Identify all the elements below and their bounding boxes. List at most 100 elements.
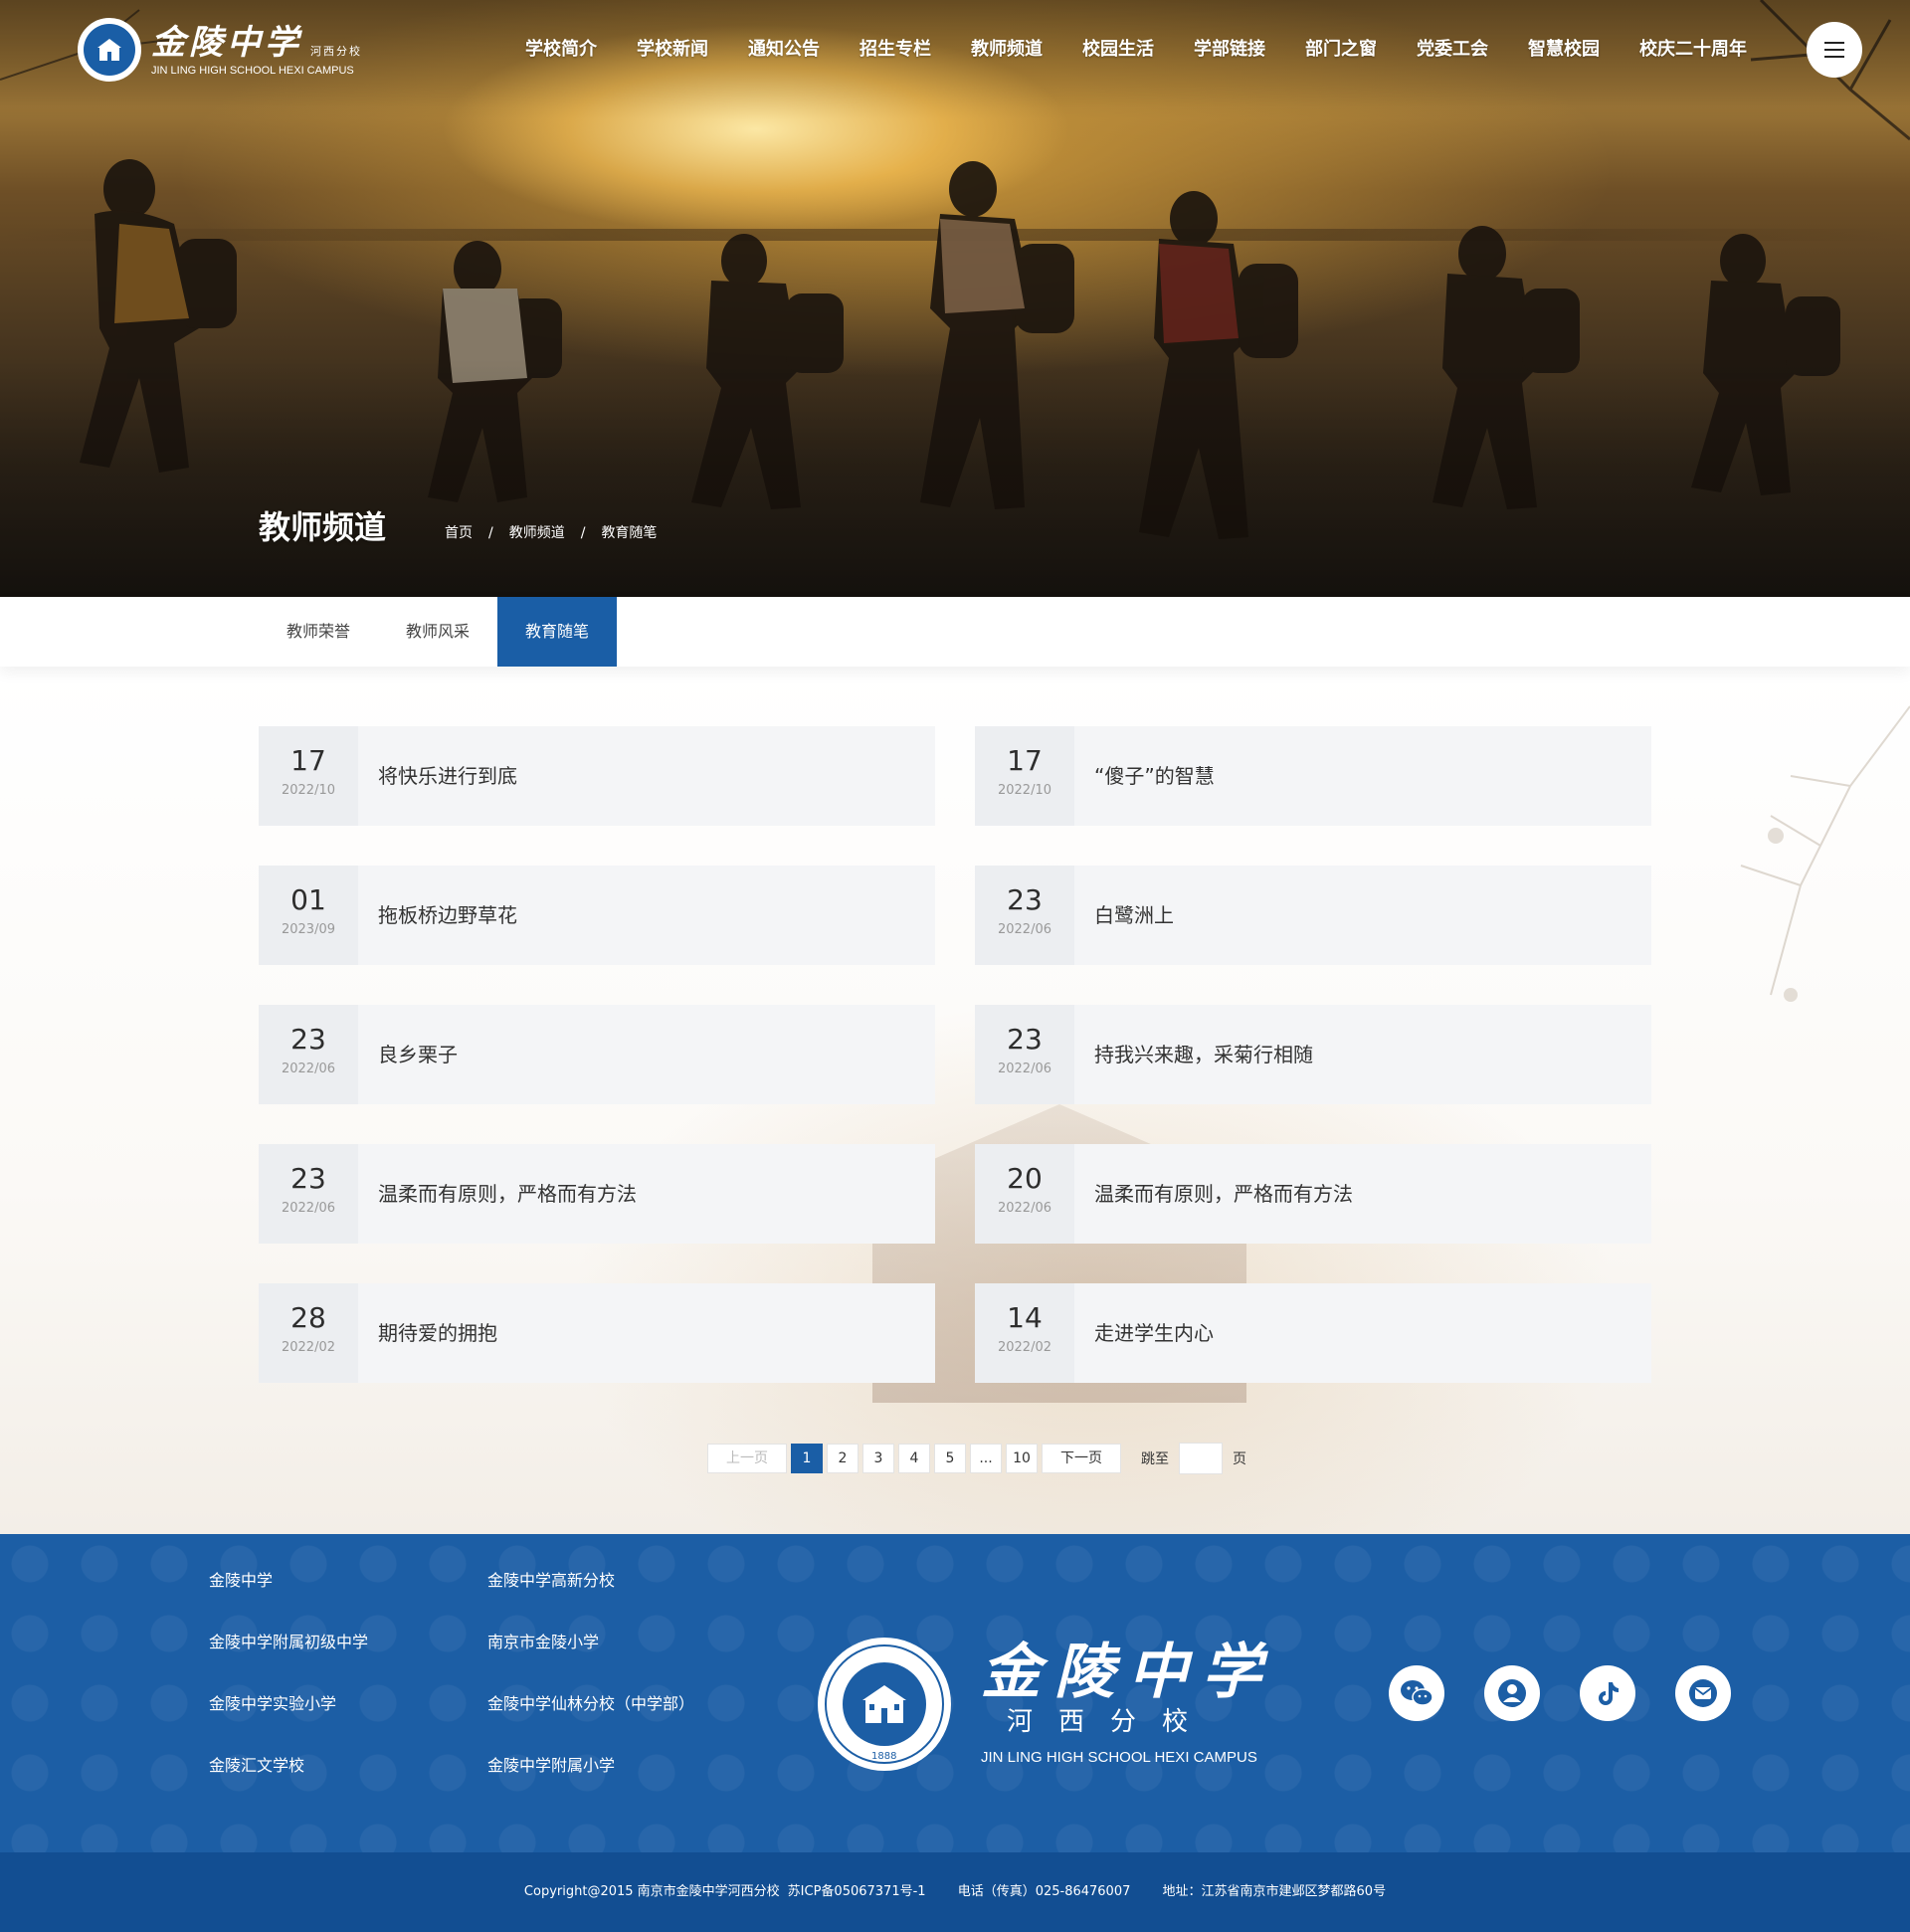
footer-link[interactable]: 金陵中学实验小学 [209, 1693, 336, 1715]
article-item[interactable]: 28 2022/02 期待爱的拥抱 [259, 1283, 935, 1383]
article-title[interactable]: 期待爱的拥抱 [358, 1283, 935, 1383]
article-item[interactable]: 23 2022/06 白鹭洲上 [975, 866, 1651, 965]
footer-link[interactable]: 金陵中学仙林分校（中学部） [487, 1693, 694, 1715]
article-day: 23 [1007, 883, 1043, 916]
article-title[interactable]: 将快乐进行到底 [358, 726, 935, 826]
nav-item-news[interactable]: 学校新闻 [637, 36, 708, 64]
article-item[interactable]: 14 2022/02 走进学生内心 [975, 1283, 1651, 1383]
breadcrumb-current: 教育随笔 [601, 525, 658, 541]
footer-link[interactable]: 南京市金陵小学 [487, 1632, 599, 1653]
building-icon [97, 39, 121, 61]
nav-item-admissions[interactable]: 招生专栏 [860, 36, 931, 64]
article-day: 20 [1007, 1162, 1043, 1195]
article-item[interactable]: 23 2022/06 温柔而有原则，严格而有方法 [259, 1144, 935, 1244]
article-date: 23 2022/06 [975, 1005, 1074, 1104]
article-item[interactable]: 17 2022/10 “傻子”的智慧 [975, 726, 1651, 826]
nav-item-divisions[interactable]: 学部链接 [1194, 36, 1265, 64]
school-logo[interactable]: 金陵中学 河西分校 JIN LING HIGH SCHOOL HEXI CAMP… [78, 18, 362, 82]
footer-link[interactable]: 金陵中学高新分校 [487, 1570, 615, 1592]
article-title[interactable]: 温柔而有原则，严格而有方法 [358, 1144, 935, 1244]
article-title[interactable]: 白鹭洲上 [1074, 866, 1651, 965]
wechat-button[interactable] [1389, 1665, 1444, 1721]
article-day: 28 [290, 1301, 326, 1334]
copyright-text: Copyright@2015 南京市金陵中学河西分校 [523, 1884, 780, 1899]
article-date: 23 2022/06 [259, 1144, 358, 1244]
breadcrumb: 首页 / 教师频道 / 教育随笔 [445, 523, 657, 543]
article-date: 01 2023/09 [259, 866, 358, 965]
article-day: 23 [1007, 1023, 1043, 1056]
page-button-10[interactable]: 10 [1006, 1444, 1038, 1473]
article-title[interactable]: 良乡栗子 [358, 1005, 935, 1104]
logo-campus-name: 河西分校 [310, 45, 362, 58]
tab-education-essays[interactable]: 教育随笔 [497, 597, 617, 667]
site-footer: 金陵中学 金陵中学高新分校 金陵中学附属初级中学 南京市金陵小学 金陵中学实验小… [0, 1534, 1910, 1852]
nav-item-campus-life[interactable]: 校园生活 [1082, 36, 1154, 64]
article-year-month: 2022/06 [281, 1201, 335, 1216]
article-item[interactable]: 01 2023/09 拖板桥边野草花 [259, 866, 935, 965]
page-button-4[interactable]: 4 [898, 1444, 930, 1473]
footer-school-en: JIN LING HIGH SCHOOL HEXI CAMPUS [981, 1749, 1257, 1766]
phone-number: 电话（传真）025-86476007 [957, 1884, 1131, 1899]
breadcrumb-teachers[interactable]: 教师频道 [509, 523, 565, 543]
article-item[interactable]: 23 2022/06 持我兴来趣，采菊行相随 [975, 1005, 1651, 1104]
footer-school-cn: 金陵中学 [981, 1638, 1275, 1707]
footer-school-name: 金陵中学 河西分校 JIN LING HIGH SCHOOL HEXI CAMP… [981, 1638, 1275, 1766]
copyright-bar: Copyright@2015 南京市金陵中学河西分校 苏ICP备05067371号… [0, 1852, 1910, 1932]
user-button[interactable] [1484, 1665, 1540, 1721]
article-item[interactable]: 17 2022/10 将快乐进行到底 [259, 726, 935, 826]
hamburger-menu-icon [1824, 42, 1844, 44]
article-date: 20 2022/06 [975, 1144, 1074, 1244]
next-page-button[interactable]: 下一页 [1042, 1444, 1121, 1473]
nav-item-smart-campus[interactable]: 智慧校园 [1528, 36, 1600, 64]
address: 地址：江苏省南京市建邺区梦都路60号 [1162, 1884, 1387, 1899]
page-button-1[interactable]: 1 [791, 1444, 823, 1473]
tiktok-button[interactable] [1580, 1665, 1635, 1721]
page-button-2[interactable]: 2 [827, 1444, 859, 1473]
article-date: 17 2022/10 [975, 726, 1074, 826]
article-date: 17 2022/10 [259, 726, 358, 826]
page-button-3[interactable]: 3 [862, 1444, 894, 1473]
icp-number[interactable]: 苏ICP备05067371号-1 [788, 1884, 926, 1899]
article-year-month: 2022/10 [997, 783, 1051, 798]
article-title[interactable]: 温柔而有原则，严格而有方法 [1074, 1144, 1651, 1244]
article-date: 28 2022/02 [259, 1283, 358, 1383]
prev-page-button[interactable]: 上一页 [707, 1444, 787, 1473]
user-icon [1498, 1679, 1526, 1707]
article-item[interactable]: 20 2022/06 温柔而有原则，严格而有方法 [975, 1144, 1651, 1244]
tab-teacher-style[interactable]: 教师风采 [378, 597, 497, 667]
jump-to-label: 跳至 [1141, 1451, 1169, 1467]
nav-item-departments[interactable]: 部门之窗 [1305, 36, 1377, 64]
tiktok-icon [1599, 1682, 1619, 1705]
jump-page-suffix: 页 [1233, 1451, 1246, 1467]
sub-navigation: 教师荣誉 教师风采 教育随笔 [0, 597, 1910, 667]
article-date: 23 2022/06 [975, 866, 1074, 965]
footer-link[interactable]: 金陵中学 [209, 1570, 273, 1592]
jump-page-input[interactable] [1179, 1443, 1223, 1474]
nav-item-party-union[interactable]: 党委工会 [1417, 36, 1488, 64]
footer-link[interactable]: 金陵中学附属初级中学 [209, 1632, 368, 1653]
emblem-year: 1888 [871, 1751, 897, 1762]
hamburger-menu-button[interactable] [1807, 22, 1862, 78]
nav-item-notices[interactable]: 通知公告 [748, 36, 820, 64]
page-title: 教师频道 [259, 508, 387, 546]
article-title[interactable]: 走进学生内心 [1074, 1283, 1651, 1383]
footer-link[interactable]: 金陵汇文学校 [209, 1755, 304, 1777]
footer-link[interactable]: 金陵中学附属小学 [487, 1755, 615, 1777]
article-title[interactable]: “傻子”的智慧 [1074, 726, 1651, 826]
nav-item-anniversary[interactable]: 校庆二十周年 [1639, 36, 1747, 64]
nav-item-teachers[interactable]: 教师频道 [971, 36, 1043, 64]
wechat-icon [1401, 1680, 1433, 1706]
article-date: 14 2022/02 [975, 1283, 1074, 1383]
article-title[interactable]: 拖板桥边野草花 [358, 866, 935, 965]
mail-button[interactable] [1675, 1665, 1731, 1721]
breadcrumb-separator: / [580, 525, 586, 541]
article-year-month: 2022/06 [997, 1062, 1051, 1076]
breadcrumb-home[interactable]: 首页 [445, 523, 473, 543]
nav-item-intro[interactable]: 学校简介 [525, 36, 597, 64]
article-title[interactable]: 持我兴来趣，采菊行相随 [1074, 1005, 1651, 1104]
tab-teacher-honors[interactable]: 教师荣誉 [259, 597, 378, 667]
article-item[interactable]: 23 2022/06 良乡栗子 [259, 1005, 935, 1104]
breadcrumb-separator: / [488, 525, 493, 541]
page-button-5[interactable]: 5 [934, 1444, 966, 1473]
article-year-month: 2022/02 [281, 1340, 335, 1355]
